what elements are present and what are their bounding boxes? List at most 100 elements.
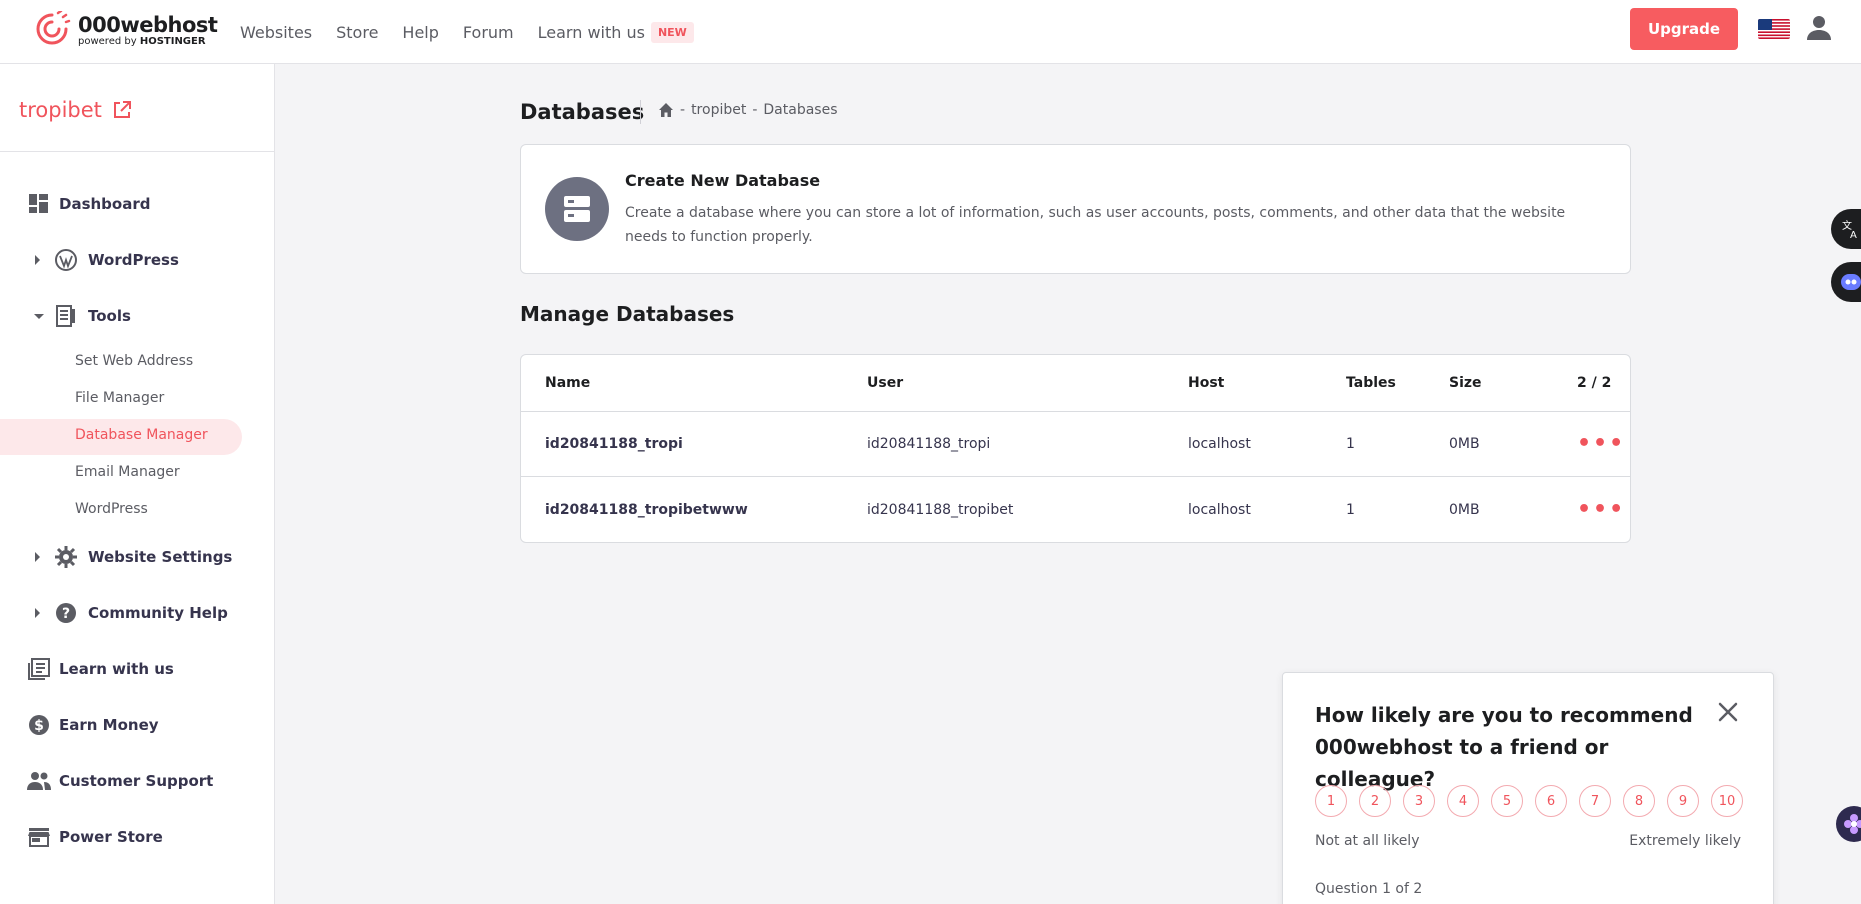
- database-icon: [545, 177, 609, 241]
- nav-learn-with-us[interactable]: Learn with us NEW: [537, 21, 694, 43]
- nav-store[interactable]: Store: [336, 23, 378, 42]
- top-bar: 000webhost powered by HOSTINGER Websites…: [0, 0, 1861, 64]
- caret-right-icon: [34, 552, 44, 562]
- survey-high-label: Extremely likely: [1629, 833, 1741, 849]
- people-icon: [27, 769, 51, 793]
- column-size: Size: [1449, 375, 1482, 391]
- us-flag-icon[interactable]: [1758, 19, 1790, 39]
- databases-table: Name User Host Tables Size 2 / 2 id20841…: [520, 354, 1631, 543]
- breadcrumb: - tropibet - Databases: [658, 102, 838, 118]
- svg-text:A: A: [1850, 230, 1857, 240]
- sidebar-item-customer-support[interactable]: Customer Support: [0, 763, 213, 799]
- sidebar-sub-database-manager[interactable]: Database Manager: [75, 427, 208, 443]
- row-actions[interactable]: •••: [1577, 477, 1625, 542]
- sidebar-item-label: Customer Support: [59, 772, 214, 790]
- sidebar-sub-wordpress[interactable]: WordPress: [75, 501, 148, 517]
- sidebar-item-tools[interactable]: Tools: [0, 298, 131, 334]
- close-icon[interactable]: [1713, 697, 1743, 727]
- rating-button[interactable]: 3: [1403, 785, 1435, 817]
- breadcrumb-sep: -: [752, 102, 758, 118]
- survey-question: How likely are you to recommend 000webho…: [1315, 703, 1693, 791]
- brand-logo[interactable]: 000webhost powered by HOSTINGER: [32, 9, 218, 51]
- sidebar-item-label: Dashboard: [59, 195, 151, 213]
- sidebar: tropibet Dashboard WordPress Tools Set W…: [0, 64, 275, 904]
- rating-button[interactable]: 9: [1667, 785, 1699, 817]
- db-user: id20841188_tropi: [867, 436, 991, 452]
- sidebar-divider: [0, 151, 275, 152]
- caret-right-icon: [34, 255, 44, 265]
- sidebar-item-label: Power Store: [59, 828, 163, 846]
- column-user: User: [867, 375, 904, 391]
- rating-button[interactable]: 2: [1359, 785, 1391, 817]
- svg-text:$: $: [34, 718, 44, 734]
- db-user: id20841188_tropibet: [867, 501, 1014, 518]
- user-icon[interactable]: [1806, 14, 1832, 46]
- sidebar-item-label: Community Help: [88, 604, 228, 622]
- translate-button[interactable]: 文A: [1831, 209, 1861, 249]
- dashboard-icon: [27, 192, 51, 216]
- breadcrumb-sep: -: [680, 102, 686, 118]
- sidebar-item-community-help[interactable]: ? Community Help: [0, 595, 228, 631]
- gear-icon: [54, 545, 78, 569]
- db-name: id20841188_tropibetwww: [545, 501, 748, 518]
- nav-websites[interactable]: Websites: [240, 23, 312, 42]
- sidebar-item-label: Website Settings: [88, 548, 233, 566]
- assistant-button[interactable]: [1836, 806, 1861, 842]
- breadcrumb-site[interactable]: tropibet: [691, 102, 746, 118]
- tools-icon: [54, 304, 78, 328]
- nav-learn-label: Learn with us: [537, 22, 645, 42]
- nav-help[interactable]: Help: [402, 23, 438, 42]
- db-tables: 1: [1346, 436, 1355, 452]
- caret-down-icon: [34, 313, 44, 320]
- home-icon[interactable]: [658, 102, 674, 118]
- rating-options: 1 2 3 4 5 6 7 8 9 10: [1315, 785, 1743, 817]
- rating-button[interactable]: 10: [1711, 785, 1743, 817]
- rating-button[interactable]: 4: [1447, 785, 1479, 817]
- survey-low-label: Not at all likely: [1315, 833, 1420, 849]
- help-icon: ?: [54, 601, 78, 625]
- sidebar-sub-file-manager[interactable]: File Manager: [75, 390, 164, 406]
- sidebar-item-label: WordPress: [88, 251, 179, 269]
- top-nav: Websites Store Help Forum Learn with us N…: [240, 0, 718, 64]
- sidebar-item-earn-money[interactable]: $ Earn Money: [0, 707, 159, 743]
- rating-button[interactable]: 7: [1579, 785, 1611, 817]
- rating-button[interactable]: 8: [1623, 785, 1655, 817]
- site-name-link[interactable]: tropibet: [19, 98, 132, 122]
- create-database-card[interactable]: Create New Database Create a database wh…: [520, 144, 1631, 274]
- sidebar-item-learn-with-us[interactable]: Learn with us: [0, 651, 174, 687]
- more-icon: •••: [1577, 431, 1626, 456]
- sidebar-sub-set-web-address[interactable]: Set Web Address: [75, 353, 193, 369]
- rating-button[interactable]: 1: [1315, 785, 1347, 817]
- svg-text:?: ?: [62, 606, 70, 622]
- table-row: id20841188_tropi id20841188_tropi localh…: [521, 412, 1630, 477]
- rating-button[interactable]: 6: [1535, 785, 1567, 817]
- nav-forum[interactable]: Forum: [463, 23, 514, 42]
- bot-icon: [1841, 274, 1861, 290]
- sidebar-sub-email-manager[interactable]: Email Manager: [75, 464, 180, 480]
- create-database-title: Create New Database: [625, 171, 821, 190]
- sidebar-item-label: Earn Money: [59, 716, 159, 734]
- book-icon: [27, 657, 51, 681]
- wordpress-icon: [54, 248, 78, 272]
- database-count: 2 / 2: [1577, 375, 1612, 391]
- chatbot-button[interactable]: [1831, 262, 1861, 302]
- sidebar-item-dashboard[interactable]: Dashboard: [0, 186, 150, 222]
- rating-button[interactable]: 5: [1491, 785, 1523, 817]
- sidebar-item-wordpress[interactable]: WordPress: [0, 242, 179, 278]
- site-name: tropibet: [19, 98, 102, 122]
- db-host: localhost: [1188, 501, 1251, 518]
- row-actions[interactable]: •••: [1577, 412, 1625, 476]
- db-size: 0MB: [1449, 436, 1480, 452]
- column-tables: Tables: [1346, 375, 1396, 391]
- nps-survey-popup: How likely are you to recommend 000webho…: [1282, 672, 1774, 904]
- table-header: Name User Host Tables Size 2 / 2: [521, 355, 1630, 412]
- sidebar-item-power-store[interactable]: Power Store: [0, 819, 163, 855]
- external-link-icon: [113, 101, 131, 118]
- column-host: Host: [1188, 375, 1225, 391]
- sidebar-item-website-settings[interactable]: Website Settings: [0, 539, 232, 575]
- upgrade-button[interactable]: Upgrade: [1630, 8, 1738, 50]
- logo-icon: [32, 9, 72, 51]
- brand-tagline: powered by HOSTINGER: [78, 36, 206, 47]
- column-name: Name: [545, 375, 591, 391]
- breadcrumb-divider: [640, 100, 641, 124]
